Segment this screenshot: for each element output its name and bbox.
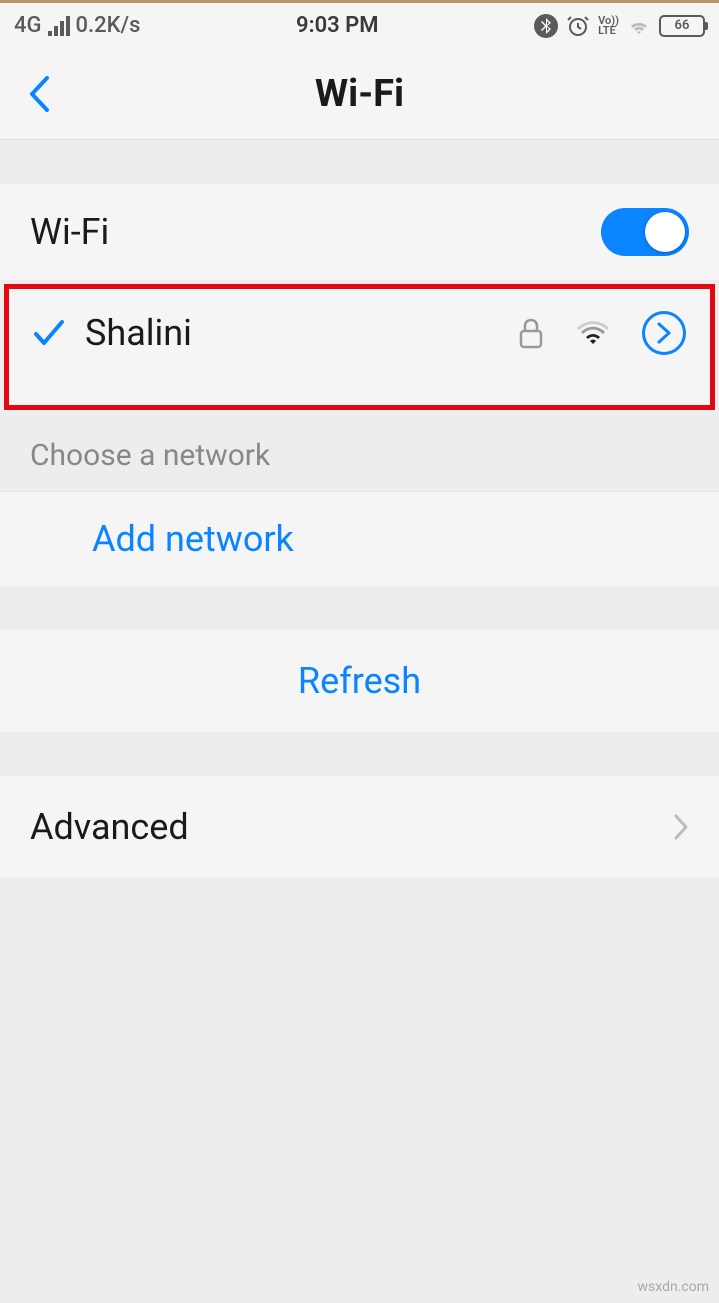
lock-icon [518, 317, 544, 349]
wifi-toggle-row: Wi-Fi [0, 184, 719, 280]
battery-icon: 66 [659, 15, 705, 37]
check-icon [33, 319, 65, 347]
nav-bar: Wi-Fi [0, 48, 719, 140]
volte-icon: Vo)) LTE [598, 16, 619, 36]
page-title: Wi-Fi [315, 72, 404, 116]
connected-network-row[interactable]: Shalini [9, 289, 710, 405]
wifi-signal-icon [576, 320, 610, 346]
advanced-row[interactable]: Advanced [0, 776, 719, 878]
wifi-toggle-label: Wi-Fi [30, 211, 601, 253]
alarm-icon [566, 14, 590, 38]
wifi-status-icon [627, 16, 651, 36]
status-left: 4G 0.2K/s [14, 13, 140, 38]
chevron-right-icon [673, 813, 689, 841]
wifi-toggle-switch[interactable] [601, 208, 689, 256]
watermark: wsxdn.com [638, 1279, 709, 1295]
add-network-button[interactable]: Add network [0, 491, 719, 586]
bluetooth-icon [534, 14, 558, 38]
status-time: 9:03 PM [296, 13, 379, 38]
back-button[interactable] [28, 75, 50, 113]
data-rate: 0.2K/s [76, 13, 141, 38]
signal-bars-icon [48, 16, 70, 36]
connected-network-highlight: Shalini [4, 284, 715, 410]
refresh-button[interactable]: Refresh [0, 630, 719, 732]
status-bar: 4G 0.2K/s 9:03 PM Vo)) LTE 66 [0, 0, 719, 48]
network-type: 4G [14, 13, 42, 38]
advanced-label: Advanced [30, 806, 673, 848]
choose-network-header: Choose a network [0, 410, 719, 491]
network-detail-button[interactable] [642, 311, 686, 355]
connected-network-name: Shalini [85, 312, 518, 354]
status-right: Vo)) LTE 66 [534, 14, 705, 38]
